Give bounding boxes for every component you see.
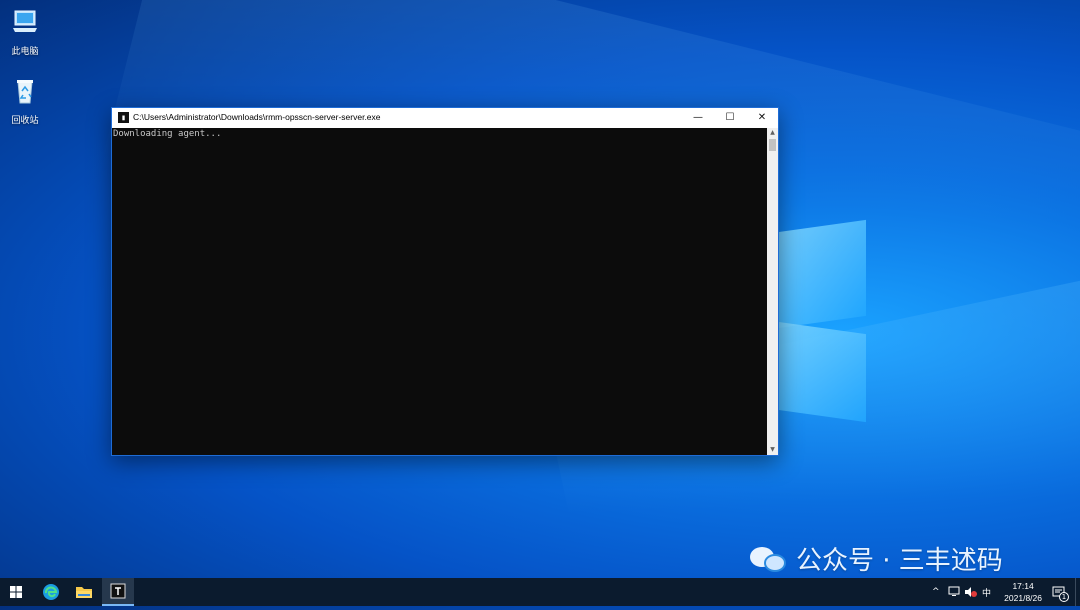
taskbar-clock[interactable]: 17:14 2021/8/26 [1004,580,1042,604]
action-center-button[interactable]: 1 [1052,585,1069,602]
recycle-bin-icon [17,80,33,104]
windows-icon [10,586,22,598]
scroll-thumb[interactable] [769,139,776,151]
desktop-icon-recycle-bin[interactable]: 回收站 [0,75,50,126]
desktop-icon-label: 回收站 [11,116,39,126]
taskbar-file-explorer[interactable] [68,578,100,606]
vertical-scrollbar[interactable]: ▲ ▼ [767,128,778,455]
volume-muted-icon[interactable] [964,586,978,598]
scroll-up-icon[interactable]: ▲ [767,128,778,138]
minimize-button[interactable]: — [682,108,714,128]
computer-icon [13,10,37,32]
clock-time: 17:14 [1012,581,1034,591]
taskbar-edge[interactable] [35,578,67,606]
windows-wallpaper-logo [770,210,870,423]
console-window[interactable]: ▮ C:\Users\Administrator\Downloads\rmm-o… [111,107,779,456]
clock-date: 2021/8/26 [1004,593,1042,603]
folder-icon [76,587,92,598]
maximize-button[interactable]: ☐ [714,108,746,128]
desktop-icon-label: 此电脑 [11,47,39,57]
ime-indicator[interactable]: 中 [982,578,991,606]
watermark: 公众号 · 三丰述码 [750,540,1003,577]
notification-count: 1 [1059,592,1069,602]
wechat-icon [750,545,790,573]
tray-overflow-chevron[interactable]: ^ [932,578,940,606]
edge-icon [43,584,59,600]
console-output[interactable]: Downloading agent... [112,128,767,455]
desktop-icon-this-pc[interactable]: 此电脑 [0,6,50,57]
console-app-icon: ▮ [118,112,129,123]
taskbar-console[interactable] [102,578,134,606]
show-desktop-button[interactable] [1075,578,1080,606]
window-title: C:\Users\Administrator\Downloads\rmm-ops… [133,112,381,122]
network-icon[interactable] [948,586,960,597]
watermark-text: 公众号 · 三丰述码 [796,546,1003,576]
start-button[interactable] [0,578,32,606]
scroll-down-icon[interactable]: ▼ [767,445,778,455]
close-button[interactable]: ✕ [746,108,778,128]
taskbar: ^ 中 17:14 2021/8/26 1 [0,578,1080,606]
console-icon [110,583,126,599]
window-titlebar[interactable]: ▮ C:\Users\Administrator\Downloads\rmm-o… [112,108,778,128]
